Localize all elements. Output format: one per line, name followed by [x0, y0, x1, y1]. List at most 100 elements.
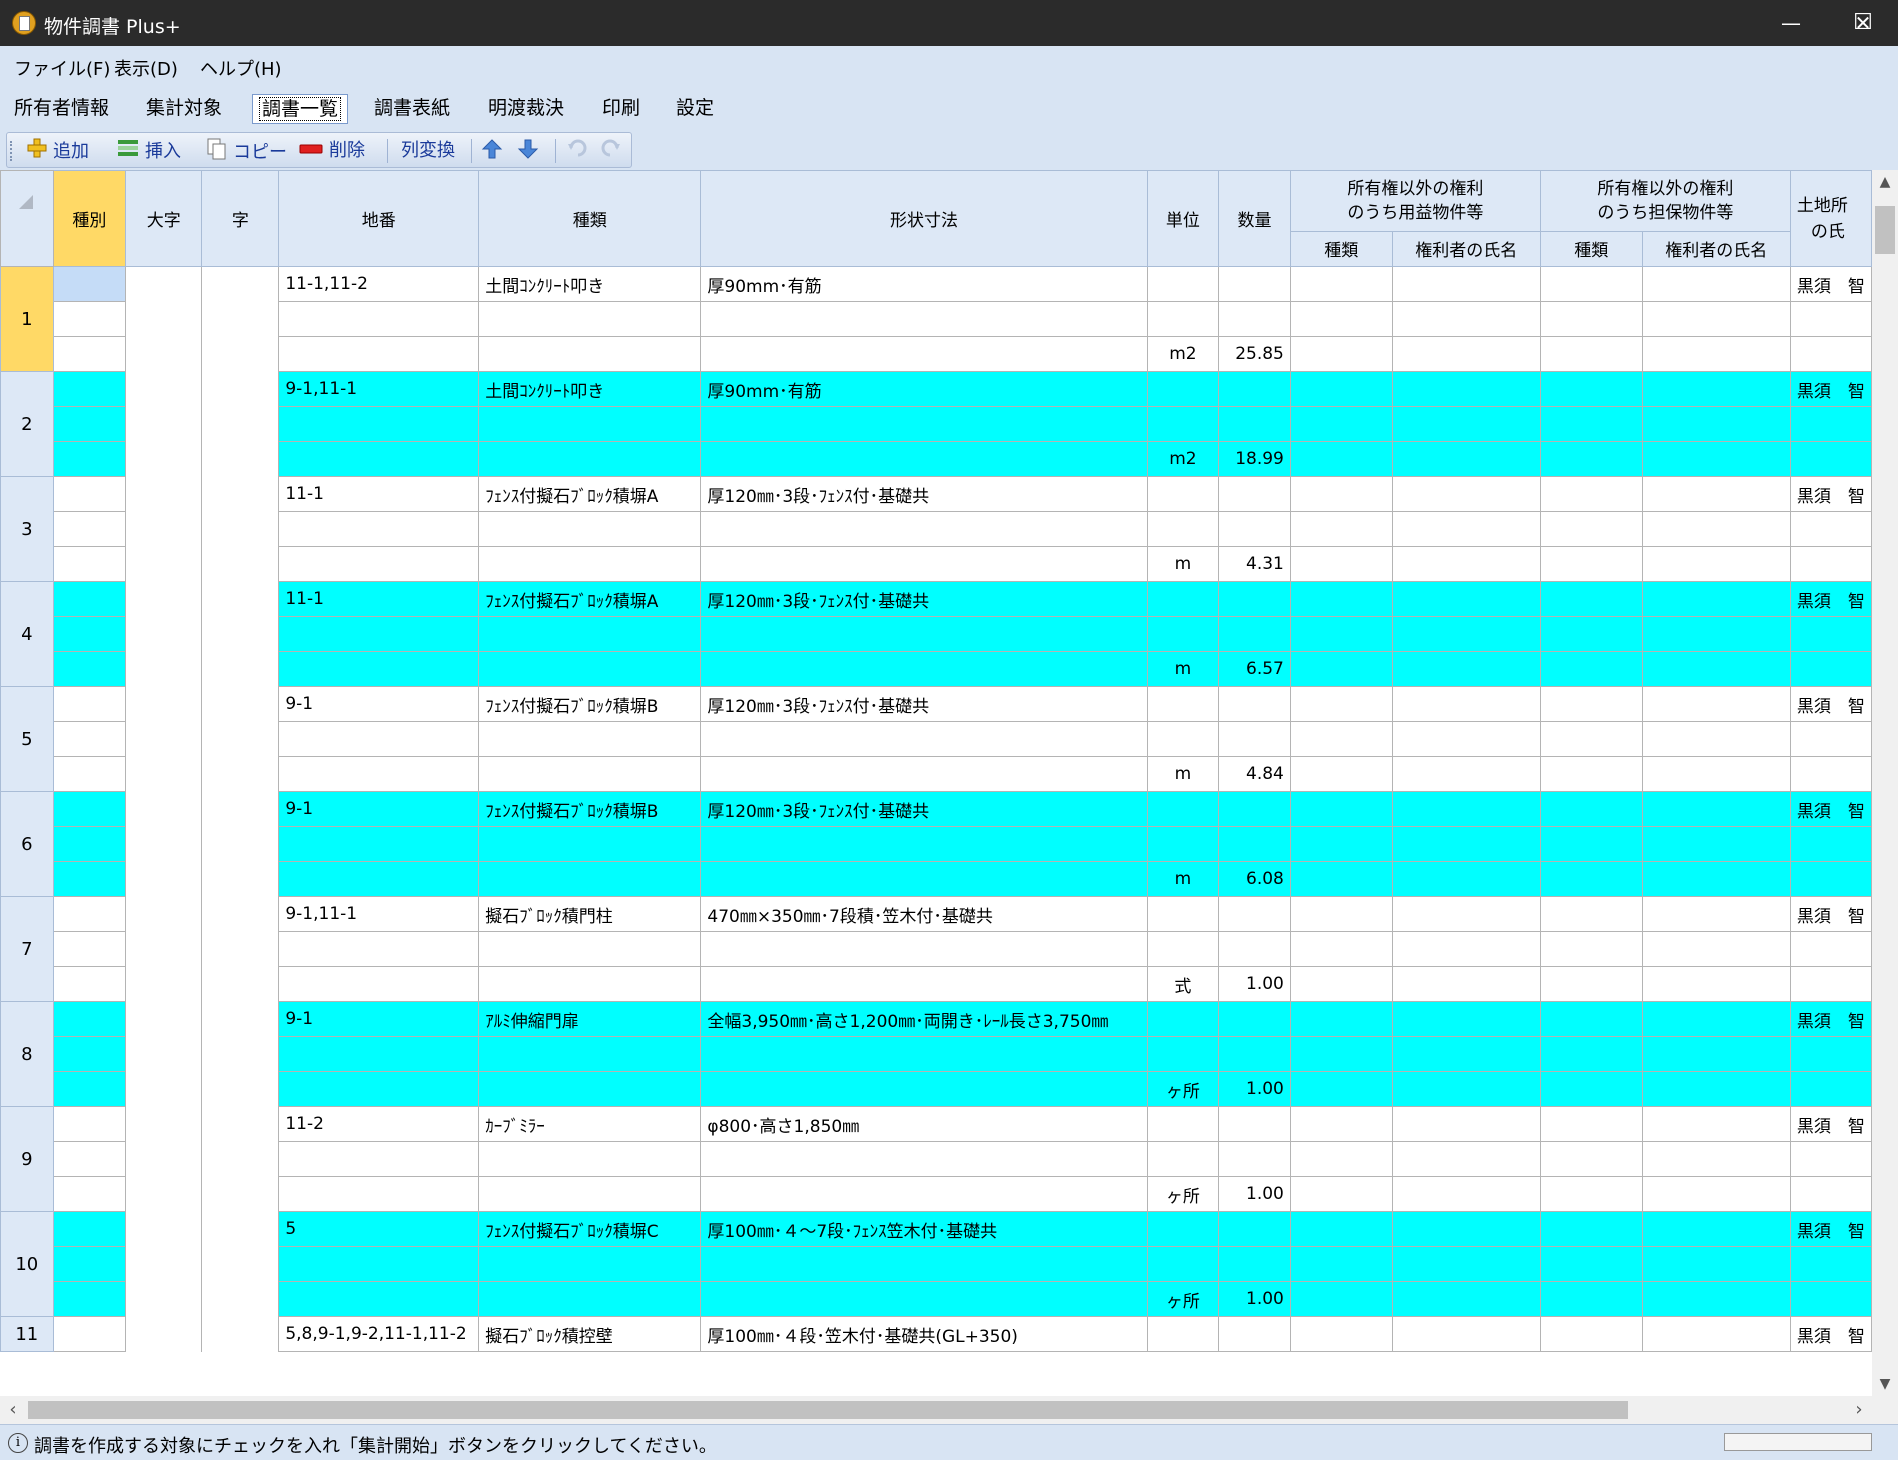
- cell-quantity[interactable]: 6.57: [1218, 651, 1291, 687]
- table-row[interactable]: [1, 826, 1872, 862]
- add-button[interactable]: 追加: [27, 138, 89, 164]
- table-row[interactable]: [1, 616, 1872, 652]
- cell-type[interactable]: [478, 756, 702, 792]
- cell-security-holder[interactable]: [1641, 721, 1791, 757]
- cell-aza[interactable]: [201, 301, 280, 337]
- cell-aza[interactable]: [201, 931, 280, 967]
- cell-type[interactable]: [478, 1176, 702, 1212]
- cell-security-holder[interactable]: [1641, 546, 1791, 582]
- cell-land-owner[interactable]: [1789, 441, 1872, 477]
- cell-chiban[interactable]: [278, 1246, 480, 1282]
- cell-security-type[interactable]: [1539, 1071, 1643, 1107]
- cell-quantity[interactable]: 4.84: [1218, 756, 1291, 792]
- cell-oaza[interactable]: [125, 371, 203, 407]
- table-row[interactable]: m2 18.99: [1, 441, 1872, 477]
- cell-type[interactable]: [478, 1036, 702, 1072]
- cell-unit[interactable]: [1146, 1246, 1220, 1282]
- cell-unit[interactable]: [1146, 1141, 1220, 1177]
- cell-oaza[interactable]: [125, 1211, 203, 1247]
- cell-shape[interactable]: [700, 826, 1148, 862]
- tab-report-cover[interactable]: 調書表紙: [368, 94, 456, 122]
- cell-quantity[interactable]: [1218, 301, 1291, 337]
- cell-type[interactable]: [478, 1281, 702, 1317]
- table-row[interactable]: 7 9-1,11-1 擬石ﾌﾞﾛｯｸ積門柱 470㎜×350㎜･7段積･笠木付･基礎共…: [0, 896, 1872, 1002]
- cell-type[interactable]: 擬石ﾌﾞﾛｯｸ積控壁: [478, 1316, 702, 1352]
- cell-oaza[interactable]: [125, 441, 203, 477]
- cell-oaza[interactable]: [125, 616, 203, 652]
- row-header[interactable]: 1: [0, 266, 54, 372]
- cell-aza[interactable]: [201, 686, 280, 722]
- cell-land-owner[interactable]: [1789, 861, 1872, 897]
- cell-unit[interactable]: [1146, 1001, 1220, 1037]
- cell-land-owner[interactable]: [1789, 966, 1872, 1002]
- row-header[interactable]: 5: [0, 686, 54, 792]
- cell-type[interactable]: 土間ｺﾝｸﾘｰﾄ叩き: [478, 371, 702, 407]
- cell-land-owner[interactable]: [1789, 826, 1872, 862]
- cell-security-type[interactable]: [1539, 441, 1643, 477]
- cell-unit[interactable]: [1146, 511, 1220, 547]
- table-row[interactable]: m 6.57: [1, 651, 1872, 687]
- cell-aza[interactable]: [201, 1246, 280, 1282]
- cell-usufruct-type[interactable]: [1289, 1106, 1393, 1142]
- cell-usufruct-holder[interactable]: [1391, 371, 1541, 407]
- cell-aza[interactable]: [201, 721, 280, 757]
- cell-usufruct-holder[interactable]: [1391, 336, 1541, 372]
- cell-type[interactable]: [478, 966, 702, 1002]
- cell-quantity[interactable]: [1218, 1141, 1291, 1177]
- cell-quantity[interactable]: [1218, 1246, 1291, 1282]
- vertical-scroll-thumb[interactable]: [1875, 206, 1895, 254]
- cell-unit[interactable]: [1146, 301, 1220, 337]
- cell-security-holder[interactable]: [1641, 826, 1791, 862]
- cell-shape[interactable]: [700, 721, 1148, 757]
- move-down-button[interactable]: [517, 138, 545, 164]
- scroll-left-icon[interactable]: ‹: [0, 1396, 26, 1424]
- cell-security-type[interactable]: [1539, 1281, 1643, 1317]
- cell-shape[interactable]: 厚100㎜･４～7段･ﾌｪﾝｽ笠木付･基礎共: [700, 1211, 1148, 1247]
- delete-button[interactable]: 削除: [299, 138, 365, 164]
- cell-chiban[interactable]: 11-1: [278, 476, 480, 512]
- cell-land-owner[interactable]: [1789, 406, 1872, 442]
- cell-aza[interactable]: [201, 336, 280, 372]
- row-header[interactable]: 4: [0, 581, 54, 687]
- cell-kind[interactable]: [52, 301, 127, 337]
- minimize-button[interactable]: —: [1756, 0, 1826, 46]
- cell-unit[interactable]: [1146, 581, 1220, 617]
- table-row[interactable]: ヶ所 1.00: [1, 1071, 1872, 1107]
- cell-security-holder[interactable]: [1641, 511, 1791, 547]
- cell-security-type[interactable]: [1539, 336, 1643, 372]
- cell-quantity[interactable]: [1218, 371, 1291, 407]
- table-row[interactable]: [1, 301, 1872, 337]
- cell-land-owner[interactable]: [1789, 336, 1872, 372]
- table-row[interactable]: 5 9-1 ﾌｪﾝｽ付擬石ﾌﾞﾛｯｸ積塀B 厚120㎜･3段･ﾌｪﾝｽ付･基礎共 黒須 …: [0, 686, 1872, 792]
- cell-security-type[interactable]: [1539, 651, 1643, 687]
- cell-kind[interactable]: [52, 476, 127, 512]
- toolbar-grip[interactable]: [10, 141, 15, 161]
- cell-shape[interactable]: 厚90mm･有筋: [700, 371, 1148, 407]
- cell-usufruct-holder[interactable]: [1391, 1036, 1541, 1072]
- cell-aza[interactable]: [201, 1071, 280, 1107]
- cell-usufruct-holder[interactable]: [1391, 546, 1541, 582]
- cell-security-holder[interactable]: [1641, 1106, 1791, 1142]
- tab-owner-info[interactable]: 所有者情報: [8, 94, 115, 122]
- cell-type[interactable]: 擬石ﾌﾞﾛｯｸ積門柱: [478, 896, 702, 932]
- cell-oaza[interactable]: [125, 1036, 203, 1072]
- cell-quantity[interactable]: 25.85: [1218, 336, 1291, 372]
- cell-unit[interactable]: m: [1146, 651, 1220, 687]
- table-row[interactable]: 8 9-1 ｱﾙﾐ伸縮門扉 全幅3,950㎜･高さ1,200㎜･両開き･ﾚｰﾙ長さ3,…: [0, 1001, 1872, 1107]
- cell-oaza[interactable]: [125, 1071, 203, 1107]
- cell-kind[interactable]: [52, 1106, 127, 1142]
- cell-type[interactable]: ｶｰﾌﾞﾐﾗｰ: [478, 1106, 702, 1142]
- cell-security-type[interactable]: [1539, 1316, 1643, 1352]
- cell-chiban[interactable]: [278, 756, 480, 792]
- cell-type[interactable]: [478, 1141, 702, 1177]
- cell-security-holder[interactable]: [1641, 581, 1791, 617]
- cell-quantity[interactable]: [1218, 616, 1291, 652]
- cell-land-owner[interactable]: 黒須 智: [1789, 686, 1872, 722]
- cell-oaza[interactable]: [125, 1176, 203, 1212]
- cell-shape[interactable]: [700, 546, 1148, 582]
- horizontal-scroll-thumb[interactable]: [28, 1401, 1628, 1419]
- cell-type[interactable]: [478, 861, 702, 897]
- cell-kind[interactable]: [52, 406, 127, 442]
- cell-kind[interactable]: [52, 721, 127, 757]
- cell-chiban[interactable]: [278, 861, 480, 897]
